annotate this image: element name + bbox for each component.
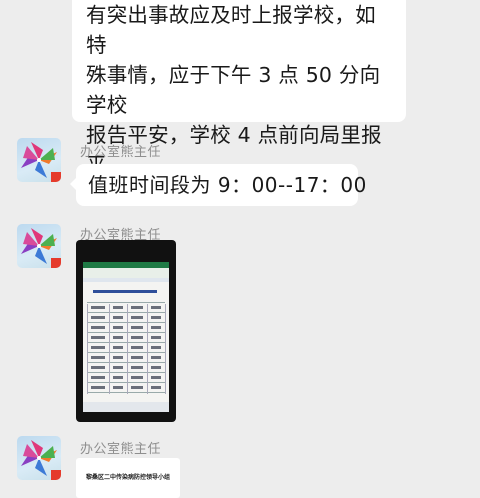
cell-text <box>151 336 161 339</box>
cell-text <box>91 356 105 359</box>
grid-line <box>165 304 166 394</box>
grid-line <box>87 302 165 303</box>
cell-text <box>113 356 123 359</box>
grid-line <box>87 312 165 313</box>
cell-text <box>113 346 123 349</box>
cell-text <box>131 316 143 319</box>
cell-text <box>91 386 105 389</box>
message-text: 值班时间段为 9：00--17：00 <box>88 173 367 197</box>
grid-line <box>87 304 88 394</box>
cell-text <box>113 386 123 389</box>
grid-line <box>87 322 165 323</box>
grid-line <box>87 372 165 373</box>
cell-text <box>113 306 123 309</box>
message-line: 殊事情，应于下午 3 点 50 分向学校 <box>86 63 381 117</box>
cell-text <box>113 376 123 379</box>
grid-line <box>109 304 110 394</box>
cell-text <box>151 356 161 359</box>
pinwheel-avatar-icon <box>21 142 61 182</box>
cell-text <box>131 356 143 359</box>
sender-avatar[interactable] <box>17 138 61 182</box>
message-bubble-text[interactable]: 值班时间段为 9：00--17：00 <box>70 164 366 206</box>
cell-text <box>151 316 161 319</box>
cell-text <box>131 326 143 329</box>
cell-text <box>151 326 161 329</box>
image-message-document[interactable]: 黎桑区二中传染病防控领导小组 <box>76 458 180 498</box>
cell-text <box>131 366 143 369</box>
grid-line <box>87 382 165 383</box>
grid-line <box>147 304 148 394</box>
cell-text <box>131 306 143 309</box>
cell-text <box>91 306 105 309</box>
message-bubble-text[interactable]: 有突出事故应及时上报学校，如特 殊事情，应于下午 3 点 50 分向学校 报告平… <box>72 0 406 207</box>
cell-text <box>151 346 161 349</box>
spreadsheet-screen <box>83 262 169 412</box>
cell-text <box>151 306 161 309</box>
sheet-formula-bar <box>83 278 169 282</box>
grid-line <box>87 342 165 343</box>
pinwheel-avatar-icon <box>21 440 61 480</box>
grid-line <box>127 304 128 394</box>
sender-avatar[interactable] <box>17 436 61 480</box>
cell-text <box>151 386 161 389</box>
cell-text <box>131 336 143 339</box>
sender-name: 办公室熊主任 <box>80 145 162 160</box>
grid-line <box>87 352 165 353</box>
cell-text <box>91 336 105 339</box>
sender-avatar[interactable] <box>17 224 61 268</box>
sheet-ribbon <box>83 268 169 278</box>
cell-text <box>113 336 123 339</box>
cell-text <box>131 386 143 389</box>
grid-line <box>87 392 165 393</box>
cell-text <box>91 326 105 329</box>
cell-text <box>91 376 105 379</box>
cell-text <box>151 376 161 379</box>
message-line: 有突出事故应及时上报学校，如特 <box>86 3 376 57</box>
cell-text <box>151 366 161 369</box>
sheet-statusbar <box>83 402 169 412</box>
cell-text <box>91 316 105 319</box>
sender-name: 办公室熊主任 <box>80 442 162 457</box>
image-message-spreadsheet-photo[interactable] <box>76 240 176 422</box>
cell-text <box>131 376 143 379</box>
grid-line <box>87 332 165 333</box>
grid-line <box>87 362 165 363</box>
pinwheel-avatar-icon <box>21 228 61 268</box>
cell-text <box>113 316 123 319</box>
cell-text <box>113 326 123 329</box>
sheet-title <box>93 290 157 293</box>
cell-text <box>113 366 123 369</box>
cell-text <box>91 346 105 349</box>
cell-text <box>131 346 143 349</box>
cell-text <box>91 366 105 369</box>
